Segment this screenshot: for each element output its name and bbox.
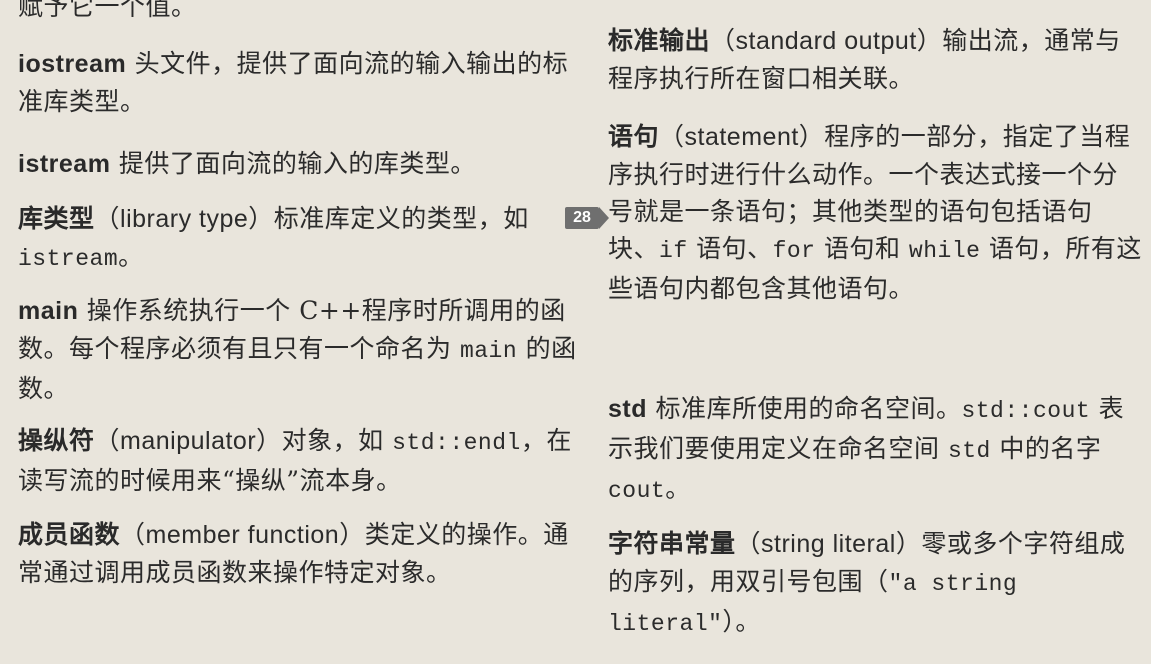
glossary-entry-statement: 语句（statement）程序的一部分，指定了当程序执行时进行什么动作。一个表达…: [608, 122, 1142, 303]
glossary-entry-standard-output: 标准输出（standard output）输出流，通常与程序执行所在窗口相关联。: [608, 26, 1121, 93]
entry-continuation: 赋予它一个值。: [18, 0, 197, 21]
glossary-entry-std: std 标准库所使用的命名空间。std::cout 表示我们要使用定义在命名空间…: [608, 394, 1125, 504]
glossary-entry-string-literal: 字符串常量（string literal）零或多个字符组成的序列，用双引号包围（…: [608, 529, 1126, 637]
glossary-entry-istream: istream 提供了面向流的输入的库类型。: [18, 149, 476, 178]
glossary-entry-main: main 操作系统执行一个 C++程序时所调用的函数。每个程序必须有且只有一个命…: [18, 296, 577, 403]
glossary-entry-library-type: 库类型（library type）标准库定义的类型，如 istream。: [18, 204, 529, 272]
glossary-entry-iostream: iostream 头文件，提供了面向流的输入输出的标准库类型。: [18, 49, 569, 116]
glossary-entry-manipulator: 操纵符（manipulator）对象，如 std::endl，在读写流的时候用来…: [18, 426, 572, 495]
glossary-entry-member-function: 成员函数（member function）类定义的操作。通常通过调用成员函数来操…: [18, 520, 569, 587]
page-number-marker: 28: [565, 207, 599, 229]
